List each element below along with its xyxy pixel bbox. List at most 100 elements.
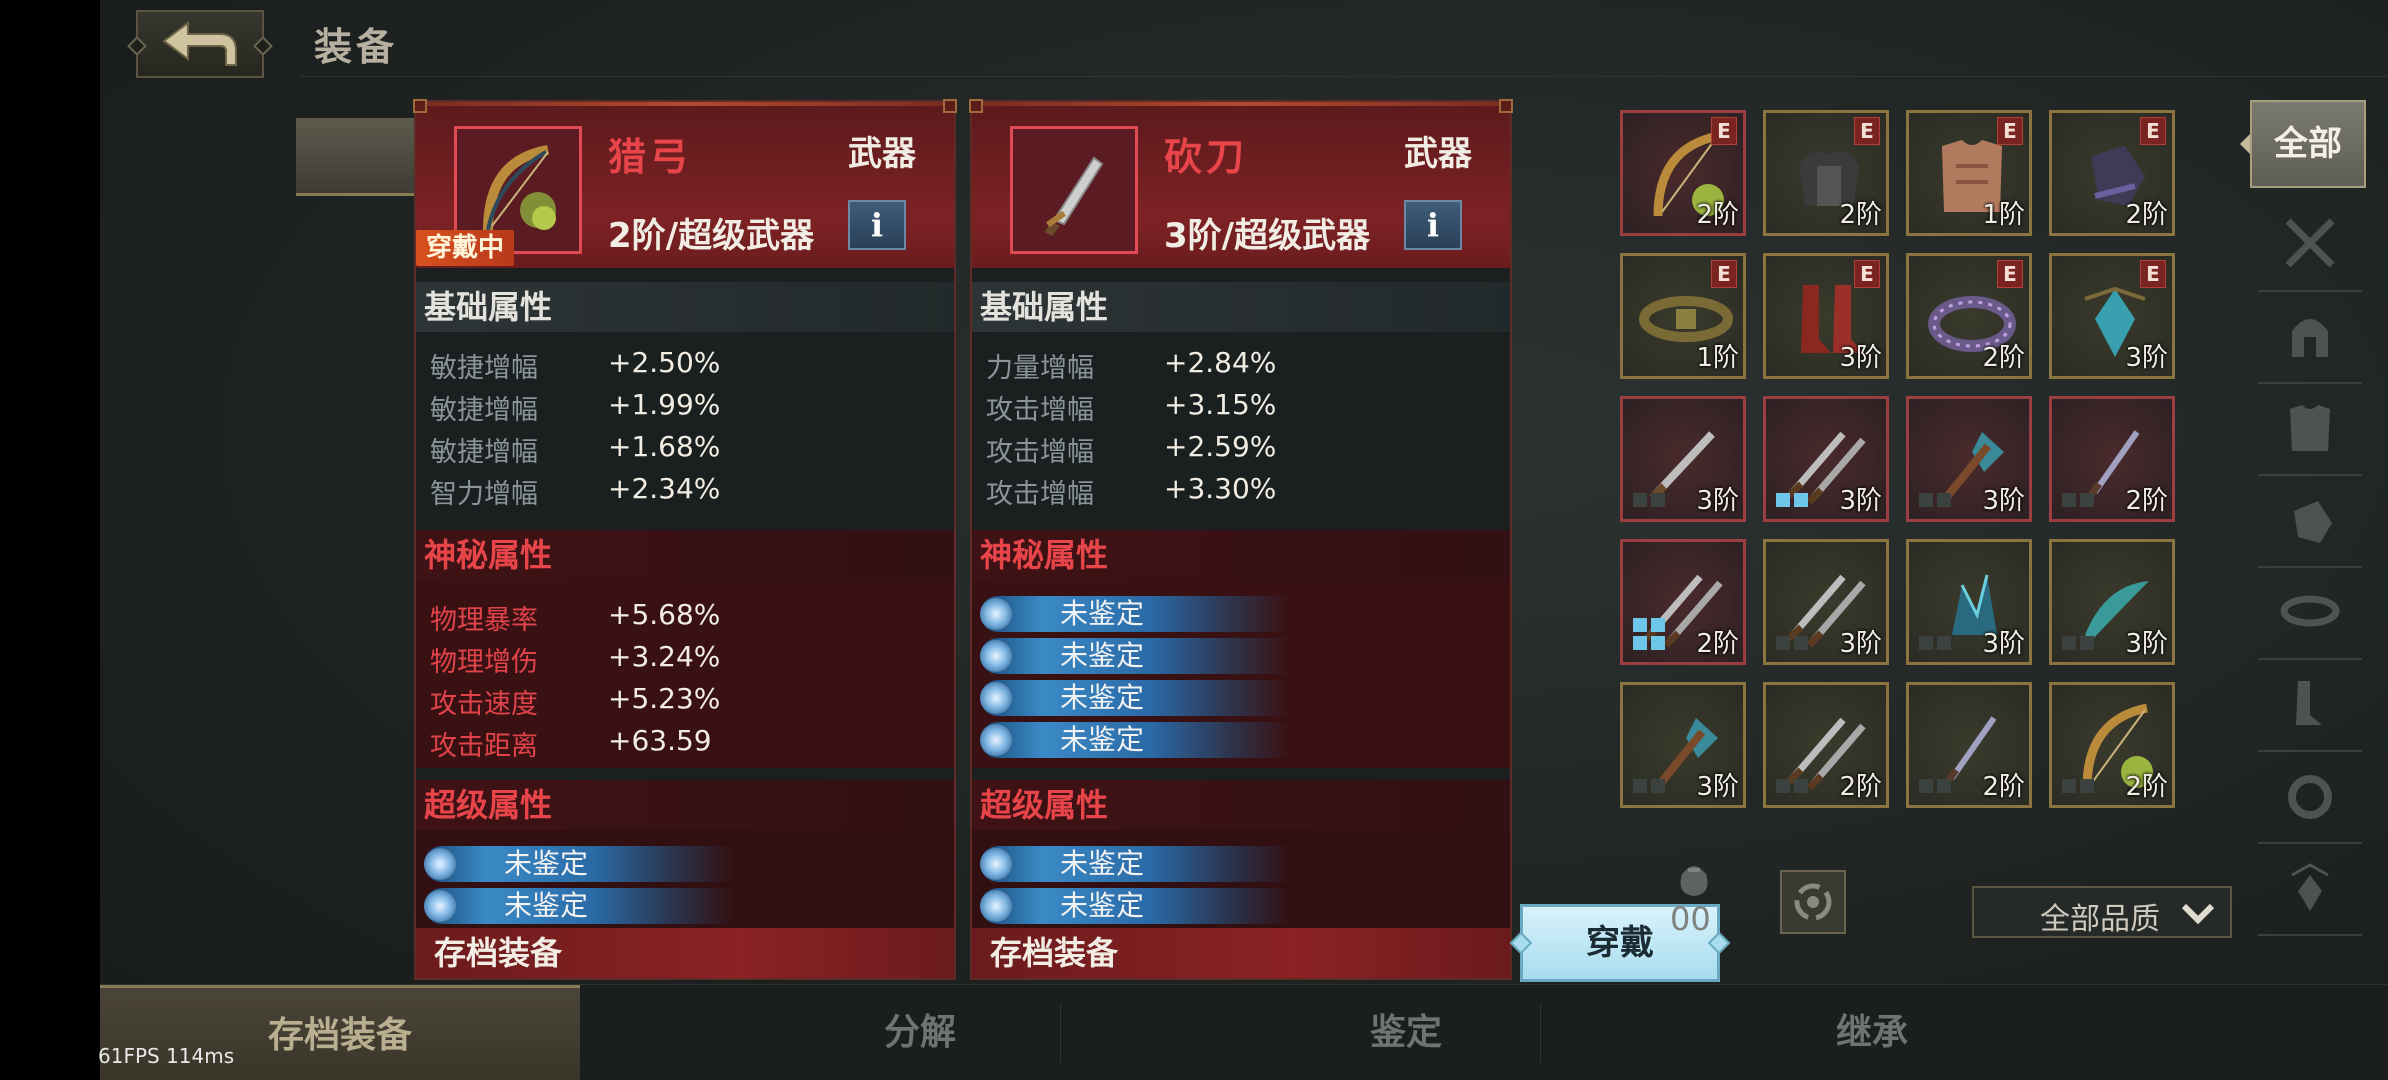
amulet-icon [2291, 863, 2329, 911]
inventory-slot[interactable]: E 3阶 [2049, 253, 2175, 379]
tab-identify[interactable]: 鉴定 [1166, 985, 1646, 1080]
recycle-button[interactable] [1780, 870, 1846, 934]
stat-row: 敏捷增幅 +1.99% [430, 388, 950, 428]
inventory-slot[interactable]: 3阶 [1620, 682, 1746, 808]
equipped-e-badge: E [2140, 260, 2166, 288]
quality-filter-label: 全部品质 [2040, 902, 2160, 937]
unidentified-bar: 未鉴定 [980, 846, 1290, 882]
stat-value: +5.23% [608, 682, 721, 715]
inventory-slot[interactable]: 3阶 [1763, 539, 1889, 665]
equipped-e-badge: E [1997, 260, 2023, 288]
category-tab[interactable] [2258, 748, 2362, 844]
stat-row: 敏捷增幅 +2.50% [430, 346, 950, 386]
tab-disassemble[interactable]: 分解 [680, 985, 1160, 1080]
ring-icon [2288, 775, 2332, 819]
info-button[interactable]: i [1404, 200, 1462, 250]
side-tab[interactable] [296, 118, 416, 196]
machete-icon [1044, 156, 1104, 236]
inventory-slot[interactable]: E 2阶 [2049, 110, 2175, 236]
bag-icon [1680, 866, 1708, 896]
inventory-slot[interactable]: E 3阶 [1763, 253, 1889, 379]
back-arrow-icon [162, 21, 237, 66]
inventory-slot[interactable]: 2阶 [2049, 396, 2175, 522]
inventory-slot[interactable]: 3阶 [1906, 539, 2032, 665]
inventory-slot[interactable]: E 1阶 [1620, 253, 1746, 379]
item-tier-label: 2阶 [2125, 486, 2168, 516]
stat-row: 智力增幅 +2.34% [430, 472, 950, 512]
unidentified-bar: 未鉴定 [980, 888, 1290, 924]
stat-value: +2.34% [608, 472, 721, 505]
header-divider [300, 76, 2388, 77]
boots-icon [2296, 681, 2322, 725]
unidentified-label: 未鉴定 [1060, 889, 1145, 922]
inventory-slot[interactable]: 3阶 [1620, 396, 1746, 522]
item-icon-frame [1010, 126, 1138, 254]
gauntlet-icon [2294, 501, 2332, 543]
stat-label: 攻击增幅 [986, 437, 1094, 468]
item-name: 砍刀 [1164, 135, 1249, 179]
item-tier-label: 2阶 [2125, 772, 2168, 802]
inventory-slot[interactable]: 2阶 [1620, 539, 1746, 665]
category-tab[interactable] [2258, 288, 2362, 384]
category-all-tab[interactable]: 全部 [2240, 100, 2366, 188]
gem-icon [980, 640, 1012, 672]
category-tab[interactable] [2258, 380, 2362, 476]
stat-label: 攻击增幅 [986, 479, 1094, 510]
inventory-slot[interactable]: E 2阶 [1620, 110, 1746, 236]
item-tier-label: 2阶 [1696, 200, 1739, 230]
stat-label: 力量增幅 [986, 353, 1094, 384]
bag-count: 00 [1670, 900, 1711, 938]
inventory-slot[interactable]: E 1阶 [1906, 110, 2032, 236]
super-attributes-title: 超级属性 [972, 780, 1510, 830]
stat-label: 攻击速度 [430, 689, 538, 720]
stat-value: +1.99% [608, 388, 721, 421]
socket-marks [1776, 759, 1812, 795]
category-tab[interactable] [2258, 196, 2362, 292]
item-tier-label: 3阶 [1982, 486, 2025, 516]
inventory-slot[interactable]: 3阶 [1906, 396, 2032, 522]
unidentified-label: 未鉴定 [1060, 681, 1145, 714]
fps-counter: 61FPS 114ms [98, 1044, 235, 1068]
crossed-swords-icon [2285, 218, 2335, 268]
category-tab[interactable] [2258, 656, 2362, 752]
gem-icon [424, 848, 456, 880]
category-tab[interactable] [2258, 840, 2362, 936]
gem-icon [980, 682, 1012, 714]
category-tab[interactable] [2258, 564, 2362, 660]
stat-row: 物理增伤 +3.24% [430, 640, 950, 680]
tab-inherit[interactable]: 继承 [1632, 985, 2112, 1080]
mystic-attributes: 未鉴定 未鉴定 未鉴定 未鉴定 [972, 580, 1510, 768]
back-button[interactable] [136, 10, 264, 78]
socket-marks [2062, 759, 2098, 795]
equipped-e-badge: E [2140, 117, 2166, 145]
equipped-e-badge: E [1997, 117, 2023, 145]
inventory-slot[interactable]: E 2阶 [1906, 253, 2032, 379]
category-tab[interactable] [2258, 472, 2362, 568]
stat-row: 攻击距离 +63.59 [430, 724, 950, 764]
quality-filter-dropdown[interactable]: 全部品质 [1972, 886, 2232, 938]
inventory-slot[interactable]: 2阶 [2049, 682, 2175, 808]
socket-marks [1919, 473, 1955, 509]
inventory-slot[interactable]: 2阶 [1906, 682, 2032, 808]
stat-value: +2.59% [1164, 430, 1277, 463]
unidentified-label: 未鉴定 [504, 847, 589, 880]
stat-row: 物理暴率 +5.68% [430, 598, 950, 638]
info-button[interactable]: i [848, 200, 906, 250]
inventory-slot[interactable]: 3阶 [2049, 539, 2175, 665]
unidentified-label: 未鉴定 [1060, 639, 1145, 672]
equipment-screen: 装备 猎弓 武器 2阶/超级武器 i 穿戴中 基础属性 敏捷增幅 +2.50% … [100, 0, 2388, 1080]
inventory-slot[interactable]: 3阶 [1763, 396, 1889, 522]
item-tier-label: 2阶 [2125, 200, 2168, 230]
stat-value: +5.68% [608, 598, 721, 631]
socket-marks [1633, 616, 1669, 652]
unidentified-bar: 未鉴定 [980, 722, 1290, 758]
gem-icon [980, 848, 1012, 880]
equipped-e-badge: E [1854, 260, 1880, 288]
item-type: 武器 [848, 134, 916, 174]
inventory-slot[interactable]: E 2阶 [1763, 110, 1889, 236]
stat-value: +3.24% [608, 640, 721, 673]
stat-label: 敏捷增幅 [430, 437, 538, 468]
socket-marks [2062, 473, 2098, 509]
inventory-slot[interactable]: 2阶 [1763, 682, 1889, 808]
stat-value: +3.30% [1164, 472, 1277, 505]
